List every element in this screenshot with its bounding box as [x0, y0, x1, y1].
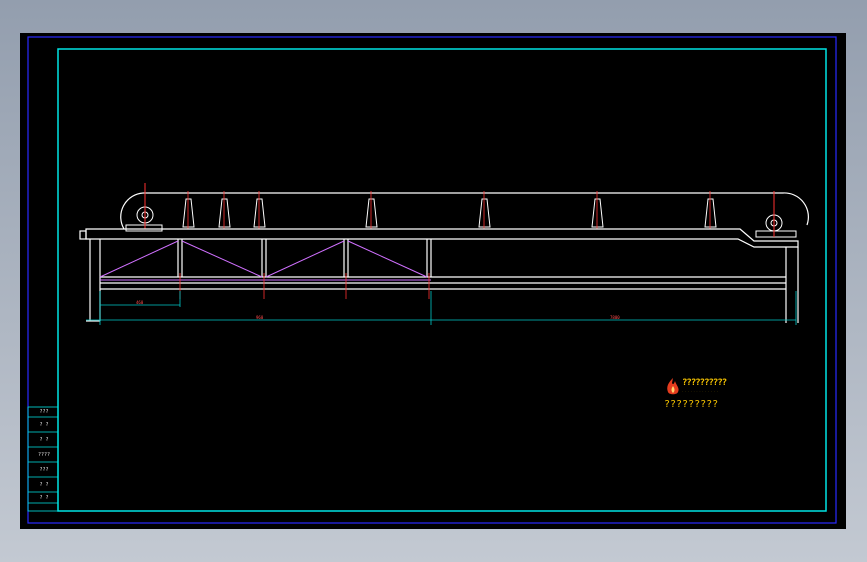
logo-bottom-text: ?????????: [664, 399, 719, 410]
idler-stands: [182, 198, 717, 228]
revision-row-1: ???: [39, 409, 49, 415]
revision-row-5: ???: [39, 467, 49, 473]
dimension-lines: [86, 291, 797, 325]
flame-logo-icon: [667, 378, 679, 395]
conveyor-drawing: [27, 36, 837, 524]
dimension-label-1: 460: [136, 300, 144, 305]
logo-sub-text: · · · · · · · · · · · · ·: [682, 389, 719, 393]
company-logo: ?????????? · · · · · · · · · · · · · ???…: [664, 377, 744, 417]
revision-row-7: ? ?: [39, 495, 49, 501]
idler-centerlines: [187, 191, 711, 229]
logo-main-text: ??????????: [682, 378, 727, 388]
revision-row-4: ????: [37, 452, 51, 458]
revision-row-3: ? ?: [39, 437, 49, 443]
head-pulley: [125, 183, 163, 232]
tail-pulley: [755, 191, 797, 238]
cad-drawing-canvas[interactable]: 460 960 7800 ?????????? · · · · · · · · …: [20, 33, 846, 529]
revision-row-6: ? ?: [39, 482, 49, 488]
dimension-label-2: 960: [256, 315, 264, 320]
revision-row-2: ? ?: [39, 422, 49, 428]
dimension-label-3: 7800: [610, 315, 620, 320]
